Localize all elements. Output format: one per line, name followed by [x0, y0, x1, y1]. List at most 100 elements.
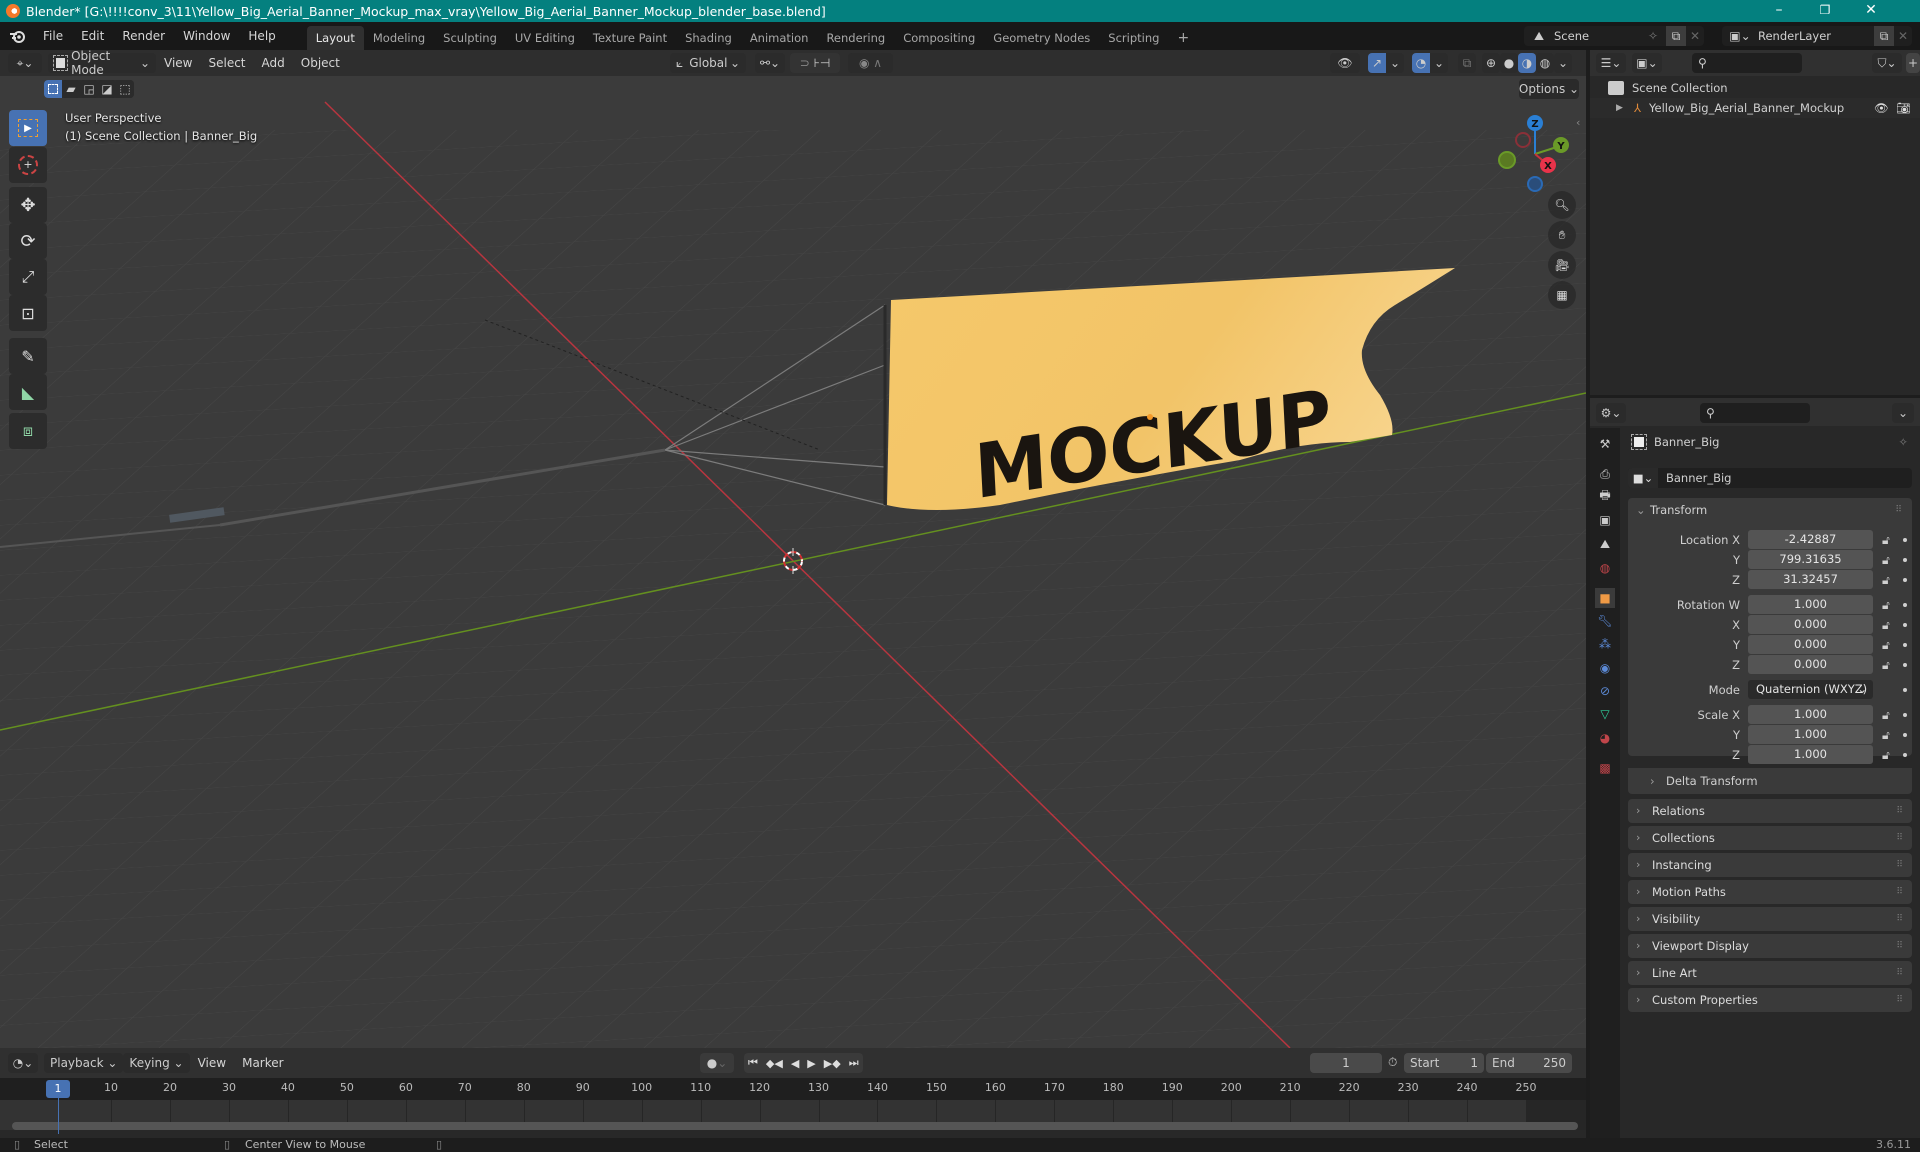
tab-object-icon[interactable]: ■	[1595, 588, 1615, 608]
playhead[interactable]: 1	[46, 1080, 70, 1098]
keyframe-dot-icon[interactable]	[1903, 538, 1907, 542]
rotation-mode-dropdown[interactable]: Quaternion (WXYZ) ⌄	[1748, 680, 1873, 699]
menu-file[interactable]: File	[34, 22, 72, 50]
visibility-panel[interactable]: › Visibility ⠿	[1628, 907, 1912, 931]
tab-particles-icon[interactable]: ⁂	[1595, 634, 1615, 654]
transform-orientation-dropdown[interactable]: ⟀ Global ⌄	[670, 53, 746, 73]
drag-grip-icon[interactable]: ⠿	[1895, 498, 1902, 522]
keyframe-dot-icon[interactable]	[1903, 733, 1907, 737]
scale-z-field[interactable]: 1.000	[1748, 745, 1873, 764]
viewport-menu-view[interactable]: View	[156, 56, 200, 70]
relations-panel[interactable]: › Relations ⠿	[1628, 799, 1912, 823]
viewport-menu-add[interactable]: Add	[254, 56, 293, 70]
tab-output-icon[interactable]: 🖶︎	[1595, 486, 1615, 506]
tab-material-icon[interactable]: ◕	[1595, 728, 1615, 748]
snap-toggle[interactable]: ⊃ ⊦⊣	[790, 53, 840, 73]
new-scene-icon[interactable]: ⧉	[1666, 26, 1686, 46]
tab-data-icon[interactable]: ▽	[1595, 704, 1615, 724]
editor-type-button[interactable]: ⌖⌄	[8, 53, 42, 73]
location-x-field[interactable]: -2.42887	[1748, 530, 1873, 549]
view-layer-selector[interactable]: ▣⌄ RenderLayer ⧉ ✕	[1722, 26, 1912, 46]
lock-icon[interactable]: 🔓︎	[1882, 618, 1894, 632]
tab-constraints-icon[interactable]: ⊘	[1595, 681, 1615, 701]
wireframe-shading[interactable]: ⊕	[1482, 53, 1500, 73]
prev-keyframe-icon[interactable]: ◆◀	[762, 1057, 787, 1070]
drag-grip-icon[interactable]: ⠿	[1896, 826, 1903, 850]
lock-icon[interactable]: 🔓︎	[1882, 658, 1894, 672]
drag-grip-icon[interactable]: ⠿	[1896, 799, 1903, 823]
timeline-editor-type[interactable]: ◔⌄	[8, 1053, 38, 1073]
gizmo-neg-x[interactable]	[1515, 132, 1531, 148]
timeline-scrollbar[interactable]	[12, 1122, 1578, 1130]
properties-search[interactable]: ⚲	[1700, 403, 1810, 423]
line-art-panel[interactable]: › Line Art ⠿	[1628, 961, 1912, 985]
object-datablock-field[interactable]: ■⌄ Banner_Big	[1628, 468, 1912, 488]
tab-world-icon[interactable]: ◍	[1595, 558, 1615, 578]
expand-arrow-icon[interactable]: ▶	[1616, 103, 1630, 113]
playback-menu[interactable]: Playback ⌄	[44, 1053, 124, 1073]
workspace-tab-texture-paint[interactable]: Texture Paint	[584, 26, 676, 50]
scene-selector[interactable]: ⛰ Scene ✧ ⧉ ✕	[1524, 26, 1704, 46]
location-y-field[interactable]: 799.31635	[1748, 550, 1873, 569]
rotation-y-field[interactable]: 0.000	[1748, 635, 1873, 654]
tool-measure[interactable]: ◣	[9, 374, 47, 410]
workspace-tab-geometry-nodes[interactable]: Geometry Nodes	[984, 26, 1099, 50]
minimize-button[interactable]: –	[1756, 0, 1802, 22]
tab-texture-icon[interactable]: ▩	[1595, 758, 1615, 778]
menu-edit[interactable]: Edit	[72, 22, 113, 50]
outliner-search[interactable]: ⚲	[1692, 53, 1802, 73]
rotation-z-field[interactable]: 0.000	[1748, 655, 1873, 674]
outliner-row-scene-collection[interactable]: Scene Collection	[1608, 78, 1728, 98]
tool-annotate[interactable]: ✎	[9, 338, 47, 374]
workspace-tab-shading[interactable]: Shading	[676, 26, 741, 50]
properties-editor-type[interactable]: ⚙⌄	[1596, 403, 1626, 423]
location-z-field[interactable]: 31.32457	[1748, 570, 1873, 589]
lock-icon[interactable]: 🔓︎	[1882, 573, 1894, 587]
lock-icon[interactable]: 🔓︎	[1882, 748, 1894, 762]
select-extend-icon[interactable]: ▰	[62, 80, 80, 98]
visibility-eye-icon[interactable]: 👁	[1874, 101, 1889, 115]
keyframe-dot-icon[interactable]	[1903, 688, 1907, 692]
rendered-shading[interactable]: ◍	[1536, 53, 1554, 73]
drag-grip-icon[interactable]: ⠿	[1896, 934, 1903, 958]
delta-transform-subpanel[interactable]: › Delta Transform	[1628, 768, 1912, 794]
tool-transform[interactable]: ⊡	[9, 295, 47, 331]
tab-modifiers-icon[interactable]: 🔧︎	[1595, 611, 1615, 631]
close-button[interactable]: ✕	[1848, 0, 1894, 22]
3d-viewport[interactable]: MOCKUP ⌖⌄ Object Mode ⌄ View Select Add O…	[0, 50, 1586, 1048]
lock-icon[interactable]: 🔓︎	[1882, 708, 1894, 722]
transform-panel-header[interactable]: ⌄ Transform ⠿	[1628, 498, 1912, 522]
options-dropdown[interactable]: Options ⌄	[1519, 79, 1579, 99]
maximize-button[interactable]: ❐	[1802, 0, 1848, 22]
next-keyframe-icon[interactable]: ▶◆	[820, 1057, 845, 1070]
timeline-menu-marker[interactable]: Marker	[234, 1056, 291, 1070]
blender-menu-icon[interactable]	[0, 29, 34, 43]
gizmo-toggle[interactable]: ↗	[1368, 53, 1386, 73]
stopwatch-icon[interactable]: ⏱	[1388, 1055, 1397, 1070]
motion-paths-panel[interactable]: › Motion Paths ⠿	[1628, 880, 1912, 904]
tab-physics-icon[interactable]: ◉	[1595, 658, 1615, 678]
select-new-icon[interactable]	[44, 80, 62, 98]
sidebar-toggle-icon[interactable]: ‹	[1576, 116, 1580, 129]
tool-add-cube[interactable]: ⧈	[9, 413, 47, 449]
xray-toggle[interactable]: ⧉	[1458, 53, 1476, 73]
new-view-layer-icon[interactable]: ⧉	[1874, 26, 1894, 46]
pan-view-button[interactable]: ✋︎	[1548, 221, 1576, 249]
tool-select-box[interactable]: ▶	[9, 110, 47, 146]
tool-rotate[interactable]: ⟳	[9, 223, 47, 259]
current-frame-field[interactable]: 1	[1310, 1053, 1382, 1073]
render-camera-icon[interactable]: 📷︎	[1896, 101, 1911, 115]
workspace-tab-layout[interactable]: Layout	[306, 26, 364, 50]
timeline-menu-view[interactable]: View	[190, 1056, 234, 1070]
tool-move[interactable]: ✥	[9, 187, 47, 223]
keying-menu[interactable]: Keying ⌄	[123, 1053, 190, 1073]
menu-window[interactable]: Window	[174, 22, 239, 50]
instancing-panel[interactable]: › Instancing ⠿	[1628, 853, 1912, 877]
display-mode-dropdown[interactable]: ▣⌄	[1632, 53, 1662, 73]
scale-x-field[interactable]: 1.000	[1748, 705, 1873, 724]
keyframe-dot-icon[interactable]	[1903, 558, 1907, 562]
pin-icon[interactable]: ✧	[1898, 435, 1908, 449]
play-reverse-icon[interactable]: ◀	[787, 1057, 803, 1070]
overlays-toggle[interactable]: ◔	[1412, 53, 1430, 73]
menu-render[interactable]: Render	[113, 22, 174, 50]
